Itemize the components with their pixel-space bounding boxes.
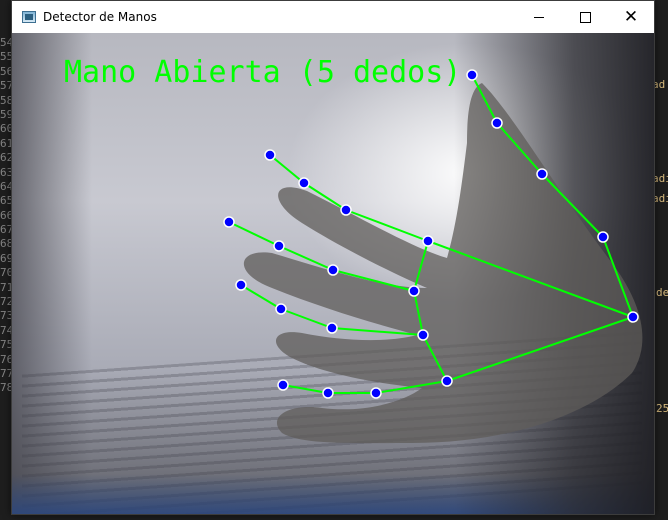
hand-connection-line xyxy=(331,327,424,336)
hand-landmark-point xyxy=(408,285,420,297)
hand-landmark-point xyxy=(277,379,289,391)
hand-connection-line xyxy=(375,380,448,394)
hand-landmark-point xyxy=(327,264,339,276)
window-title: Detector de Manos xyxy=(43,10,157,24)
hand-connection-line xyxy=(541,173,604,238)
hand-landmark-point xyxy=(298,177,310,189)
hand-landmark-point xyxy=(223,216,235,228)
maximize-icon xyxy=(579,11,591,23)
minimize-button[interactable] xyxy=(516,1,562,33)
hand-landmark-point xyxy=(627,311,639,323)
hand-connection-line xyxy=(282,384,329,394)
maximize-button[interactable] xyxy=(562,1,608,33)
hand-connection-line xyxy=(345,209,429,242)
hand-connection-line xyxy=(278,245,334,271)
hand-connection-line xyxy=(471,74,498,124)
gesture-status-label: Mano Abierta (5 dedos) xyxy=(64,55,462,90)
title-bar[interactable]: Detector de Manos ✕ xyxy=(12,1,654,33)
hand-landmark-point xyxy=(491,117,503,129)
editor-text-fragment: 25 xyxy=(656,402,668,415)
editor-text-fragment: de xyxy=(656,286,668,299)
detector-window[interactable]: Detector de Manos ✕ Mano Abierta (5 dedo… xyxy=(11,0,655,515)
hand-connection-line xyxy=(413,240,429,292)
hand-connection-line xyxy=(269,154,305,184)
hand-landmark-point xyxy=(597,231,609,243)
hand-connection-line xyxy=(496,122,543,175)
hand-landmark-point xyxy=(264,149,276,161)
hand-landmark-point xyxy=(422,235,434,247)
hand-landmark-point xyxy=(326,322,338,334)
window-app-icon xyxy=(22,11,36,23)
hand-landmark-overlay xyxy=(223,69,639,399)
hand-connection-line xyxy=(228,221,280,247)
hand-landmark-point xyxy=(235,279,247,291)
hand-connection-line xyxy=(332,269,415,292)
hand-landmark-point xyxy=(417,329,429,341)
hand-connection-line xyxy=(280,308,333,329)
hand-connection-line xyxy=(602,236,634,318)
hand-connection-line xyxy=(413,290,424,336)
hand-connection-line xyxy=(240,284,282,310)
close-icon: ✕ xyxy=(623,7,639,27)
hand-connection-line xyxy=(422,334,448,382)
hand-landmark-point xyxy=(466,69,478,81)
hand-landmark-point xyxy=(340,204,352,216)
hand-connection-line xyxy=(427,240,634,318)
camera-view: Mano Abierta (5 dedos) xyxy=(12,33,654,514)
hand-landmark-point xyxy=(370,387,382,399)
hand-landmark-point xyxy=(322,387,334,399)
minimize-icon xyxy=(534,16,544,18)
hand-landmark-point xyxy=(441,375,453,387)
hand-connection-line xyxy=(446,316,634,382)
hand-landmark-point xyxy=(273,240,285,252)
hand-landmark-point xyxy=(275,303,287,315)
hand-connection-line xyxy=(303,182,347,211)
hand-landmark-point xyxy=(536,168,548,180)
close-button[interactable]: ✕ xyxy=(608,1,654,33)
